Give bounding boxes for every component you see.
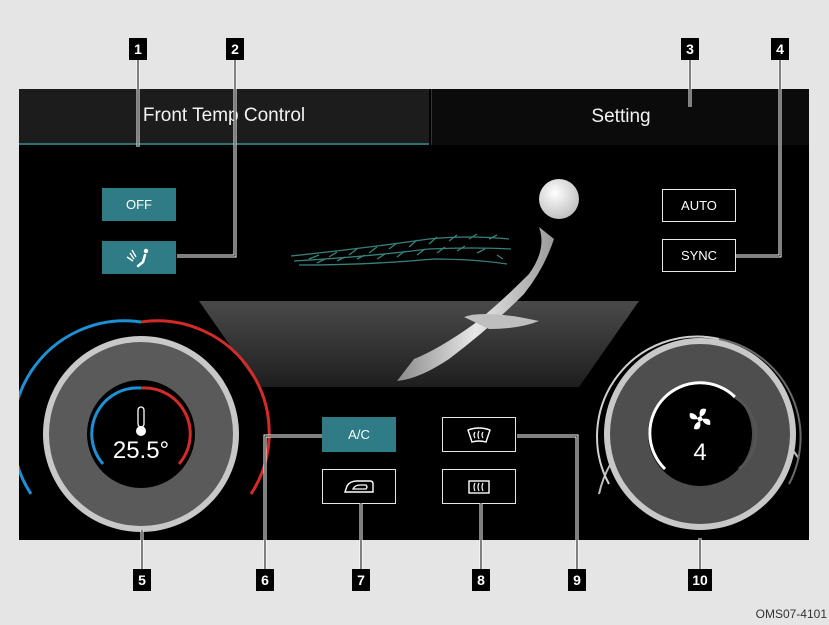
auto-button-label: AUTO (681, 198, 717, 213)
ac-button[interactable]: A/C (322, 417, 396, 452)
front-defrost-button[interactable] (442, 417, 516, 452)
rear-defrost-icon (468, 479, 490, 494)
callout-3: 3 (681, 38, 699, 60)
driver-vent-button[interactable] (102, 241, 176, 274)
sync-button[interactable]: SYNC (662, 239, 736, 272)
callout-9: 9 (568, 569, 586, 591)
callout-7: 7 (352, 569, 370, 591)
off-button-label: OFF (126, 197, 152, 212)
ac-button-label: A/C (348, 427, 370, 442)
recirculation-button[interactable] (322, 469, 396, 504)
callout-4: 4 (771, 38, 789, 60)
temperature-knob[interactable] (43, 336, 239, 532)
callout-8: 8 (472, 569, 490, 591)
fan-speed-knob[interactable] (604, 338, 796, 530)
driver-seat-vent-icon (126, 248, 149, 267)
climate-screen: Front Temp Control Setting OFF AUTO SYNC… (19, 89, 809, 540)
rear-defrost-button[interactable] (442, 469, 516, 504)
callout-2: 2 (226, 38, 244, 60)
callout-10: 10 (688, 569, 712, 591)
air-recirculation-icon (344, 479, 374, 493)
auto-button[interactable]: AUTO (662, 189, 736, 222)
front-defrost-icon (467, 426, 491, 443)
callout-6: 6 (256, 569, 274, 591)
callout-1: 1 (129, 38, 147, 60)
figure-code: OMS07-4101 (755, 607, 827, 621)
callout-5: 5 (133, 569, 151, 591)
sync-button-label: SYNC (680, 248, 718, 263)
off-button[interactable]: OFF (102, 188, 176, 221)
